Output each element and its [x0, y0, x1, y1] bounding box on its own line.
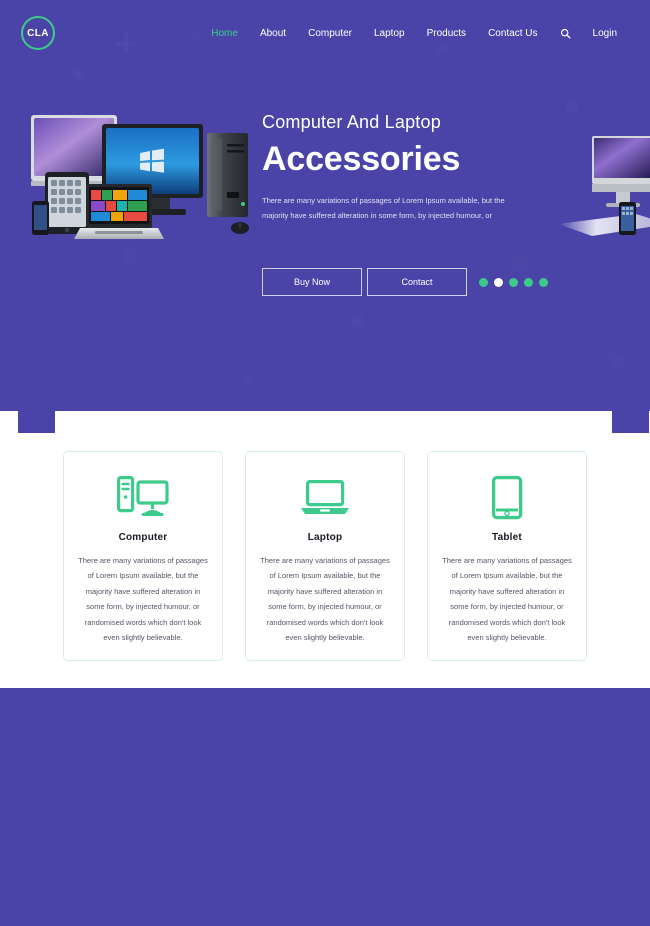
main-navigation: CLA Home About Computer Laptop Products …	[0, 0, 650, 66]
hero-product-image-left	[22, 106, 262, 246]
promo-section: Every Computer and laptop Up to 40% off …	[0, 688, 650, 926]
feature-card-text: There are many variations of passages of…	[260, 556, 390, 642]
buy-now-button[interactable]: Buy Now	[262, 268, 362, 296]
hero-subtitle: Computer And Laptop	[262, 112, 441, 132]
landing-page: CLA Home About Computer Laptop Products …	[0, 0, 650, 926]
feature-card-text: There are many variations of passages of…	[442, 556, 572, 642]
nav-link-about[interactable]: About	[249, 28, 297, 39]
hero-title: Accessories	[262, 139, 461, 178]
feature-card-title: Laptop	[307, 532, 343, 543]
hero-bottom-tab-left	[18, 411, 55, 433]
feature-card-tablet[interactable]: Tablet There are many variations of pass…	[427, 451, 587, 661]
laptop-icon	[299, 472, 351, 524]
feature-card-computer[interactable]: Computer There are many variations of pa…	[63, 451, 223, 661]
site-logo[interactable]: CLA	[21, 16, 55, 50]
slider-dots	[479, 277, 548, 287]
hero-description: There are many variations of passages of…	[262, 195, 505, 221]
slider-dot-4[interactable]	[524, 277, 533, 287]
logo-text: CLA	[27, 27, 49, 39]
nav-link-laptop[interactable]: Laptop	[363, 28, 416, 39]
feature-card-title: Tablet	[492, 532, 522, 543]
desktop-computer-icon	[117, 472, 169, 524]
feature-card-laptop[interactable]: Laptop There are many variations of pass…	[245, 451, 405, 661]
contact-button[interactable]: Contact	[367, 268, 467, 296]
nav-link-products[interactable]: Products	[416, 28, 477, 39]
hero-section: CLA Home About Computer Laptop Products …	[0, 0, 650, 411]
nav-link-login[interactable]: Login	[582, 28, 628, 39]
feature-card-text: There are many variations of passages of…	[78, 556, 208, 642]
hero-bottom-tab-right	[612, 411, 649, 433]
hero-actions: Buy Now Contact	[262, 268, 548, 296]
nav-links: Home About Computer Laptop Products Cont…	[200, 28, 628, 39]
slider-dot-5[interactable]	[539, 277, 548, 287]
features-section: Computer There are many variations of pa…	[0, 411, 650, 688]
slider-dot-3[interactable]	[509, 277, 518, 287]
nav-link-contact-us[interactable]: Contact Us	[477, 28, 548, 39]
search-icon[interactable]	[549, 28, 582, 39]
slider-dot-1[interactable]	[479, 277, 488, 287]
tablet-icon	[487, 472, 527, 524]
hero-product-image-right	[558, 132, 650, 250]
hero-copy: Computer And Laptop Accessories There ar…	[262, 112, 532, 223]
feature-cards: Computer There are many variations of pa…	[0, 451, 650, 661]
feature-card-title: Computer	[118, 532, 168, 543]
nav-link-computer[interactable]: Computer	[297, 28, 363, 39]
nav-link-home[interactable]: Home	[200, 28, 249, 39]
slider-dot-2[interactable]	[494, 277, 503, 287]
